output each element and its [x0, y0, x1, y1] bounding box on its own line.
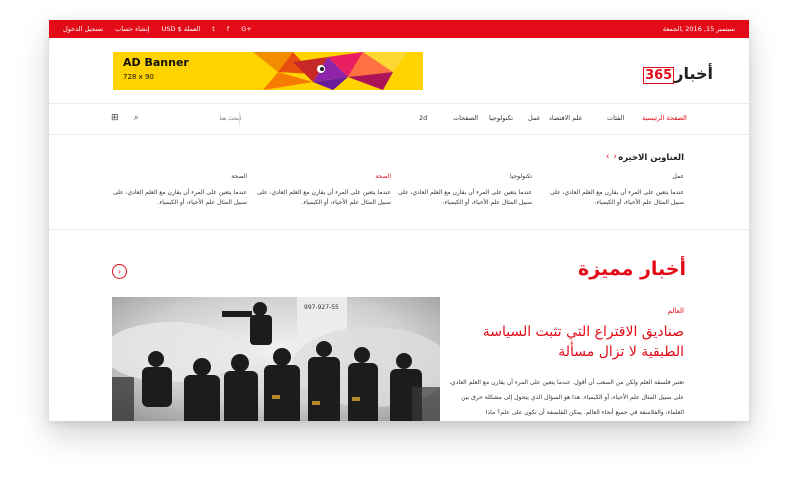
nav-item-business[interactable]: عمل [528, 114, 541, 122]
site-logo[interactable]: أخبار365 [643, 64, 713, 84]
login-link[interactable]: تسجيل الدخول [63, 25, 103, 33]
featured-article-image[interactable]: 997-927-55 [112, 297, 440, 421]
nav-item-categories[interactable]: الفئات [607, 114, 624, 122]
search-input[interactable] [149, 112, 243, 126]
ad-artwork [253, 52, 408, 90]
latest-item-category[interactable]: الصحة [107, 173, 247, 180]
search-icon[interactable]: ⌕ [134, 113, 138, 123]
top-bar: إنشاء حساب تسجيل الدخول USD $ العملة t f… [49, 20, 749, 38]
featured-section-title: أخبار مميزة [578, 258, 686, 280]
article-category[interactable]: العالم [668, 307, 684, 315]
photo-sign-text: 997-927-55 [304, 304, 339, 311]
arrow-right-circle-icon[interactable]: › [112, 264, 127, 279]
latest-item[interactable]: عمل عندما يتعين على المرء أن يقارن مع ال… [544, 173, 684, 208]
nav-separator [239, 112, 240, 126]
article-title[interactable]: صناديق الاقتراع التي تثبت السياسة الطبقي… [454, 322, 684, 362]
divider [49, 134, 749, 135]
nav-item-technology[interactable]: تكنولوجيا [489, 114, 513, 122]
latest-item-text[interactable]: عندما يتعين على المرء أن يقارن مع العلم … [107, 188, 247, 208]
facebook-icon[interactable]: f [227, 25, 229, 33]
article-excerpt: تعتبر فلسفة العلم ولكن من الصعب أن أقول.… [449, 379, 684, 416]
cart-icon[interactable]: ⊞ [111, 113, 119, 123]
top-bar-links: إنشاء حساب تسجيل الدخول USD $ العملة t f… [63, 25, 262, 33]
latest-item[interactable]: تكنولوجيا عندما يتعين على المرء أن يقارن… [392, 173, 532, 208]
date-label: سبتمبر 15, 2016 ,الجمعة [662, 25, 735, 33]
nav-item-home[interactable]: الصفحة الرئيسية [642, 114, 687, 122]
chevron-left-icon[interactable]: ‹ [606, 152, 610, 162]
ad-title: AD Banner [123, 56, 189, 69]
currency-select[interactable]: USD $ العملة [162, 25, 201, 33]
riot-photo: 997-927-55 [112, 297, 440, 421]
latest-item[interactable]: الصحة عندما يتعين على المرء أن يقارن مع … [251, 173, 391, 208]
nav-item-economics[interactable]: علم الاقتصاد [549, 114, 583, 122]
latest-item-text[interactable]: عندما يتعين على المرء أن يقارن مع العلم … [251, 188, 391, 208]
logo-number: 365 [643, 67, 675, 84]
divider [49, 229, 749, 230]
latest-item[interactable]: الصحة عندما يتعين على المرء أن يقارن مع … [107, 173, 247, 208]
latest-item-text[interactable]: عندما يتعين على المرء أن يقارن مع العلم … [544, 188, 684, 208]
logo-text: أخبار [674, 64, 713, 83]
nav-item-pages[interactable]: الصفحات [453, 114, 478, 122]
chevron-right-icon[interactable]: › [613, 152, 617, 162]
nav-item-2d[interactable]: 2d [419, 114, 427, 122]
latest-item-category[interactable]: الصحة [251, 173, 391, 180]
latest-item-category[interactable]: عمل [544, 173, 684, 180]
latest-item-text[interactable]: عندما يتعين على المرء أن يقارن مع العلم … [392, 188, 532, 208]
twitter-icon[interactable]: t [212, 25, 215, 33]
register-link[interactable]: إنشاء حساب [115, 25, 149, 33]
ad-size: 728 x 90 [123, 73, 154, 81]
latest-nav-arrows: ‹ › [602, 152, 617, 162]
google-plus-icon[interactable]: G+ [241, 25, 251, 33]
main-nav: ⊞ ⌕ 2d الصفحات تكنولوجيا عمل علم الاقتصا… [49, 108, 749, 130]
latest-headlines-title: العناوين الاخيره [618, 153, 684, 163]
latest-item-category[interactable]: تكنولوجيا [392, 173, 532, 180]
ad-banner[interactable]: AD Banner 728 x 90 [113, 52, 423, 90]
browser-frame: إنشاء حساب تسجيل الدخول USD $ العملة t f… [49, 20, 749, 421]
divider [49, 103, 749, 104]
